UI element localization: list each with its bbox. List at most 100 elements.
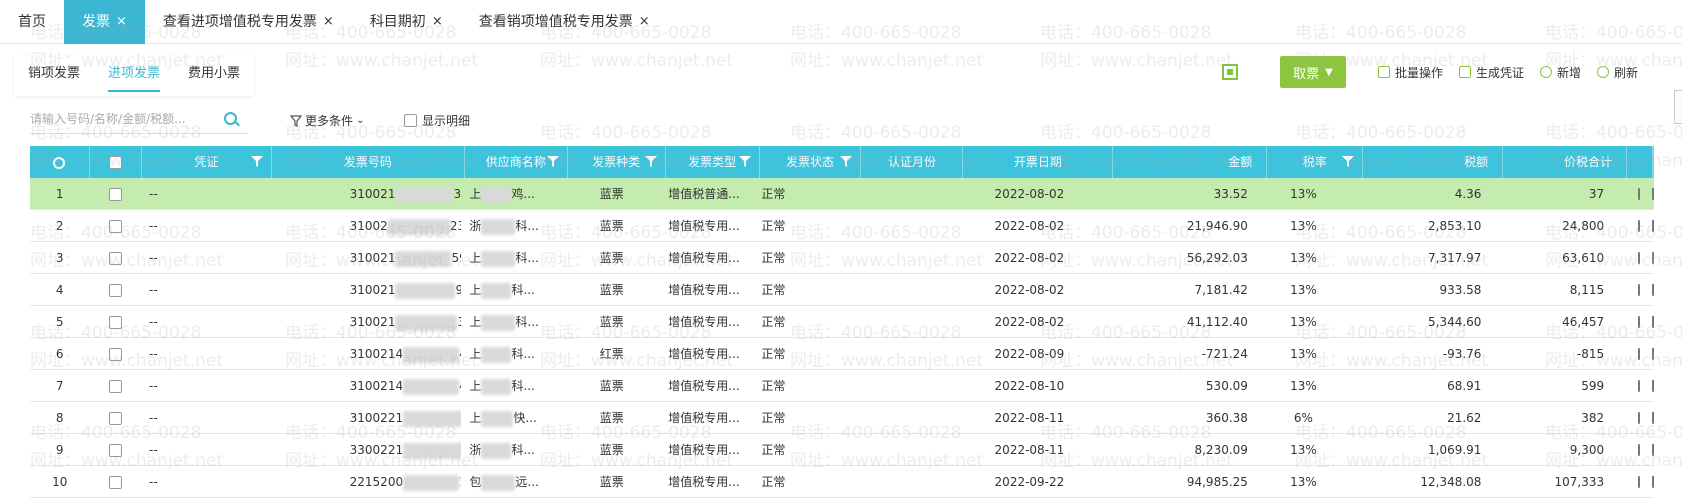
table-row[interactable]: 10 -- 2215200171933 包 远... 蓝票 增值税专用... 正常 2022-0… [30,466,1654,498]
subtab-0[interactable]: 销项发票 [14,56,94,96]
header-cert-month[interactable]: 认证月份 [861,146,964,178]
row-checkbox[interactable] [108,220,122,233]
header-invoice-type[interactable]: 发票类型 [666,146,760,178]
view-edit-icon[interactable] [1638,316,1640,328]
table-row[interactable]: 7 -- 310021447621 上 科... 蓝票 增值税专用... 正常 2022-08-… [30,370,1654,402]
filter-icon[interactable] [1342,156,1355,167]
table-row[interactable]: 6 -- 310021446321 上 科... 红票 增值税专用... 正常 2022-08-… [30,338,1654,370]
close-icon[interactable]: × [323,0,334,44]
table-row[interactable]: 9 -- 3300221311121 浙 科... 蓝票 增值税专用... 正常 2022-08… [30,434,1654,466]
row-checkbox[interactable] [108,316,122,329]
row-checkbox[interactable] [108,412,122,425]
filter-icon[interactable] [546,156,559,167]
table-row[interactable]: 2 -- 31002 2309921 浙 科... 蓝票 增值税专用... 正常 2022-08-… [30,210,1654,242]
row-select[interactable] [89,178,141,210]
row-checkbox[interactable] [108,476,122,489]
row-select[interactable] [89,402,141,434]
show-detail-toggle[interactable]: 显示明细 [404,112,470,129]
select-all[interactable] [90,146,142,178]
trash-icon[interactable] [1652,188,1654,200]
close-icon[interactable]: × [116,0,127,44]
row-select[interactable] [89,338,141,370]
trash-icon[interactable] [1652,252,1654,264]
invoice-sub-tabs: 销项发票 进项发票 费用小票 [14,56,255,96]
batch-operation-button[interactable]: 批量操作 [1377,64,1443,81]
cell-issue-date: 2022-08-02 [994,283,1065,297]
select-all-checkbox[interactable] [108,156,122,169]
redacted-block [395,250,452,267]
view-edit-icon[interactable] [1638,380,1640,392]
generate-voucher-button[interactable]: 生成凭证 [1458,64,1524,81]
row-select[interactable] [89,210,141,242]
view-edit-icon[interactable] [1638,284,1640,296]
tab-3[interactable]: 科目期初 × [352,0,461,44]
header-tax-rate[interactable]: 税率 [1267,146,1364,178]
header-tax[interactable]: 税额 [1363,146,1504,178]
more-conditions-button[interactable]: 更多条件 ⌄ [290,112,364,129]
header-amount[interactable]: 金额 [1113,146,1268,178]
refresh-button[interactable]: 刷新 [1596,64,1638,81]
view-edit-icon[interactable] [1638,476,1640,488]
show-detail-checkbox[interactable] [404,114,417,127]
side-panel-handle[interactable] [1674,90,1682,124]
cell-voucher: -- [149,219,158,233]
trash-icon[interactable] [1652,220,1654,232]
qr-code-icon[interactable] [1221,64,1238,80]
trash-icon[interactable] [1652,284,1654,296]
trash-icon[interactable] [1652,476,1654,488]
subtab-1[interactable]: 进项发票 [94,56,174,96]
row-select[interactable] [89,306,141,338]
tab-1[interactable]: 发票 × [64,0,145,44]
header-issue-date[interactable]: 开票日期 [963,146,1114,178]
row-checkbox[interactable] [108,188,122,201]
row-checkbox[interactable] [108,348,122,361]
trash-icon[interactable] [1652,380,1654,392]
filter-icon[interactable] [250,156,263,167]
view-edit-icon[interactable] [1638,188,1640,200]
subtab-2[interactable]: 费用小票 [174,56,254,96]
header-invoice-status[interactable]: 发票状态 [760,146,862,178]
search-input[interactable] [30,111,220,126]
table-row[interactable]: 8 -- 310022157121 上 快... 蓝票 增值税专用... 正常 2022-08-… [30,402,1654,434]
view-edit-icon[interactable] [1638,444,1640,456]
fetch-invoice-button[interactable]: 取票 ▼ [1279,56,1346,88]
row-select[interactable] [89,274,141,306]
trash-icon[interactable] [1652,316,1654,328]
view-edit-icon[interactable] [1638,220,1640,232]
tab-4[interactable]: 查看销项增值税专用发票 × [461,0,668,44]
column-settings[interactable] [30,146,90,178]
close-icon[interactable]: × [639,0,650,44]
view-edit-icon[interactable] [1638,252,1640,264]
header-total[interactable]: 价税合计 [1503,146,1628,178]
filter-icon[interactable] [738,156,751,167]
row-checkbox[interactable] [108,380,122,393]
table-row[interactable]: 3 -- 310021 5935021 上 科... 蓝票 增值税专用... 正常 2022-08… [30,242,1654,274]
row-select[interactable] [89,242,141,274]
header-supplier[interactable]: 供应商名称 [465,146,568,178]
view-edit-icon[interactable] [1638,412,1640,424]
tab-0[interactable]: 首页 [0,0,64,44]
row-select[interactable] [89,466,141,498]
view-edit-icon[interactable] [1638,348,1640,360]
close-icon[interactable]: × [432,0,443,44]
row-select[interactable] [89,370,141,402]
tab-2[interactable]: 查看进项增值税专用发票 × [145,0,352,44]
header-voucher[interactable]: 凭证 [142,146,272,178]
row-number: 3 [55,251,64,265]
header-invoice-kind[interactable]: 发票种类 [568,146,666,178]
row-select[interactable] [89,434,141,466]
trash-icon[interactable] [1652,444,1654,456]
row-checkbox[interactable] [108,252,122,265]
search-icon[interactable] [224,112,237,125]
row-checkbox[interactable] [108,444,122,457]
filter-icon[interactable] [644,156,657,167]
trash-icon[interactable] [1652,412,1654,424]
table-row[interactable]: 4 -- 310021935721 上 科... 蓝票 增值税专用... 正常 2022-08-… [30,274,1654,306]
row-checkbox[interactable] [108,284,122,297]
table-row[interactable]: 1 -- 310021 3887721 上 鸡... 蓝票 增值税普通... 正常 2022-08… [30,178,1654,210]
filter-icon[interactable] [840,156,853,167]
add-button[interactable]: 新增 [1539,64,1581,81]
header-invoice-number[interactable]: 发票号码 [272,146,465,178]
table-row[interactable]: 5 -- 31002135821 上 科... 蓝票 增值税专用... 正常 2022-08-0… [30,306,1654,338]
trash-icon[interactable] [1652,348,1654,360]
